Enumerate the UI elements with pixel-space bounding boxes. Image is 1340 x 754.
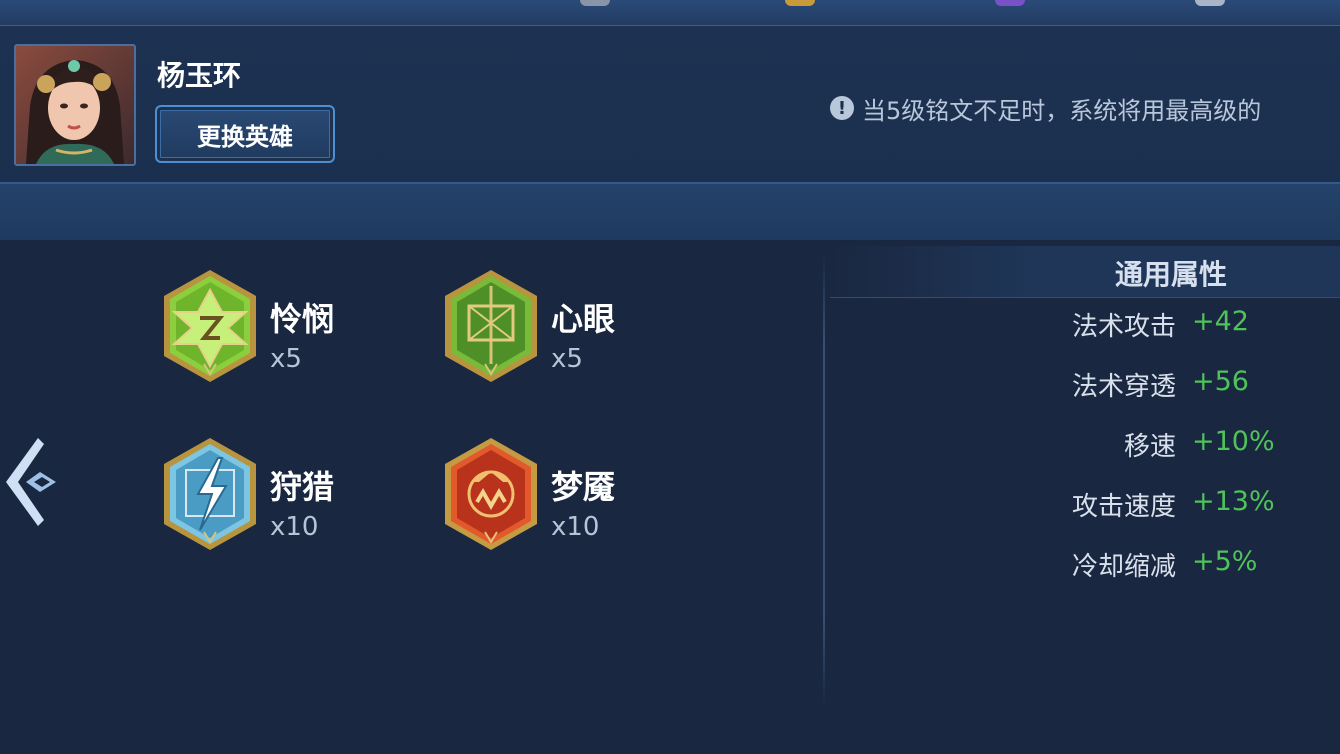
insight-rune-icon bbox=[445, 270, 537, 382]
tab-indicator-1[interactable] bbox=[580, 0, 610, 6]
hero-panel: 杨玉环 更换英雄 ! 当5级铭文不足时，系统将用最高级的 bbox=[0, 26, 1340, 184]
hero-portrait-icon bbox=[16, 46, 134, 164]
tab-indicator-2[interactable] bbox=[785, 0, 815, 6]
stat-row-movement-speed: 移速 +10% bbox=[900, 426, 1340, 466]
rune-name: 狩猎 bbox=[270, 468, 335, 506]
rune-count: x5 bbox=[270, 344, 302, 374]
panel-divider bbox=[823, 250, 825, 710]
hero-avatar bbox=[14, 44, 136, 166]
stat-label: 法术攻击 bbox=[1071, 312, 1176, 342]
nightmare-rune-icon bbox=[445, 438, 537, 550]
stat-row-magic-penetration: 法术穿透 +56 bbox=[900, 366, 1340, 406]
stat-value: +10% bbox=[1192, 426, 1275, 457]
notice-text: 当5级铭文不足时，系统将用最高级的 bbox=[862, 96, 1262, 125]
stat-label: 法术穿透 bbox=[1071, 372, 1176, 402]
top-tab-bar bbox=[0, 0, 1340, 26]
notice-banner: ! 当5级铭文不足时，系统将用最高级的 bbox=[830, 90, 1340, 126]
rune-item-hunt[interactable]: 狩猎 x10 bbox=[160, 436, 440, 556]
stat-value: +13% bbox=[1192, 486, 1275, 517]
hero-name: 杨玉环 bbox=[157, 59, 242, 92]
stats-header-bar bbox=[830, 246, 1340, 298]
rune-count: x5 bbox=[551, 344, 583, 374]
exclamation-icon: ! bbox=[830, 96, 854, 120]
tab-indicator-3[interactable] bbox=[995, 0, 1025, 6]
stat-row-attack-speed: 攻击速度 +13% bbox=[900, 486, 1340, 526]
section-band bbox=[0, 184, 1340, 240]
rune-item-nightmare[interactable]: 梦魇 x10 bbox=[441, 436, 721, 556]
stat-value: +5% bbox=[1192, 546, 1258, 577]
rune-item-pity[interactable]: 怜悯 x5 bbox=[160, 268, 440, 388]
stat-label: 移速 bbox=[1123, 432, 1176, 462]
rune-name: 心眼 bbox=[551, 300, 616, 338]
back-arrow-icon[interactable] bbox=[0, 436, 60, 528]
rune-item-insight[interactable]: 心眼 x5 bbox=[441, 268, 721, 388]
stat-row-cooldown-reduction: 冷却缩减 +5% bbox=[900, 546, 1340, 586]
tab-indicator-4[interactable] bbox=[1195, 0, 1225, 6]
rune-count: x10 bbox=[270, 512, 319, 542]
rune-name: 梦魇 bbox=[551, 468, 616, 506]
rune-name: 怜悯 bbox=[270, 300, 335, 338]
stat-value: +42 bbox=[1192, 306, 1249, 337]
rune-count: x10 bbox=[551, 512, 600, 542]
stat-value: +56 bbox=[1192, 366, 1249, 397]
pity-rune-icon bbox=[164, 270, 256, 382]
stat-label: 冷却缩减 bbox=[1071, 552, 1176, 582]
hunt-rune-icon bbox=[164, 438, 256, 550]
stats-title: 通用属性 bbox=[1115, 258, 1228, 291]
change-hero-button[interactable]: 更换英雄 bbox=[155, 105, 335, 163]
stat-label: 攻击速度 bbox=[1071, 492, 1176, 522]
stat-row-magic-attack: 法术攻击 +42 bbox=[900, 306, 1340, 346]
